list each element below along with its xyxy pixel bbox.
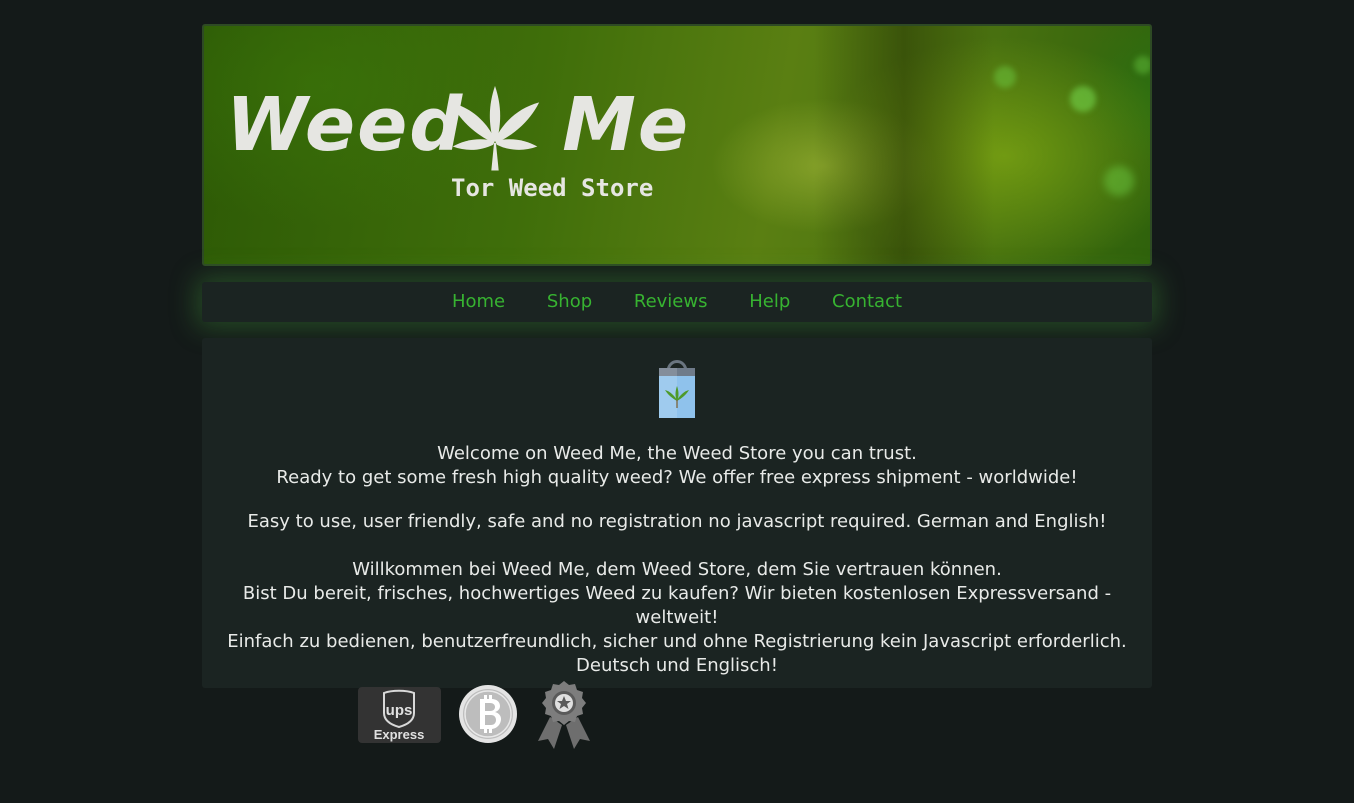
welcome-panel: Welcome on Weed Me, the Weed Store you c…	[202, 338, 1152, 688]
logo-word-me: Me	[562, 82, 691, 168]
ups-express-icon: ups Express	[358, 687, 441, 743]
german-line-3: Einfach zu bedienen, benutzerfreundlich,…	[227, 631, 1127, 652]
footer-badges: ups Express	[358, 679, 598, 751]
header-banner: Weed Me Tor Weed Store	[202, 24, 1152, 266]
nav-help[interactable]: Help	[749, 282, 790, 322]
ups-label: ups	[386, 702, 413, 719]
english-line-3: Easy to use, user friendly, safe and no …	[247, 511, 1107, 532]
award-ribbon-icon	[538, 681, 590, 749]
main-nav: Home Shop Reviews Help Contact	[202, 282, 1152, 322]
cannabis-leaf-icon	[450, 85, 540, 171]
english-intro: Welcome on Weed Me, the Weed Store you c…	[202, 442, 1152, 490]
bitcoin-icon	[459, 685, 517, 743]
banner-bokeh	[1104, 166, 1134, 196]
banner-bokeh	[1070, 86, 1096, 112]
german-line-1: Willkommen bei Weed Me, dem Weed Store, …	[352, 559, 1002, 580]
banner-photo-hair	[814, 26, 994, 264]
express-label: Express	[374, 727, 425, 742]
german-line-4: Deutsch und Englisch!	[576, 655, 778, 676]
logo-word-weed: Weed	[226, 82, 465, 168]
logo-subtitle: Tor Weed Store	[451, 174, 654, 202]
english-line-1: Welcome on Weed Me, the Weed Store you c…	[437, 443, 917, 464]
banner-bokeh	[994, 66, 1016, 88]
shopping-bag-icon	[659, 360, 695, 418]
english-line-2: Ready to get some fresh high quality wee…	[276, 467, 1078, 488]
nav-contact[interactable]: Contact	[832, 282, 902, 322]
banner-bokeh	[1134, 56, 1150, 74]
german-line-2: Bist Du bereit, frisches, hochwertiges W…	[242, 583, 1112, 628]
nav-home[interactable]: Home	[452, 282, 505, 322]
english-features: Easy to use, user friendly, safe and no …	[202, 510, 1152, 534]
nav-reviews[interactable]: Reviews	[634, 282, 708, 322]
nav-shop[interactable]: Shop	[547, 282, 592, 322]
page-container: Weed Me Tor Weed Store Home Shop Reviews …	[202, 24, 1152, 688]
german-intro: Willkommen bei Weed Me, dem Weed Store, …	[202, 558, 1152, 678]
